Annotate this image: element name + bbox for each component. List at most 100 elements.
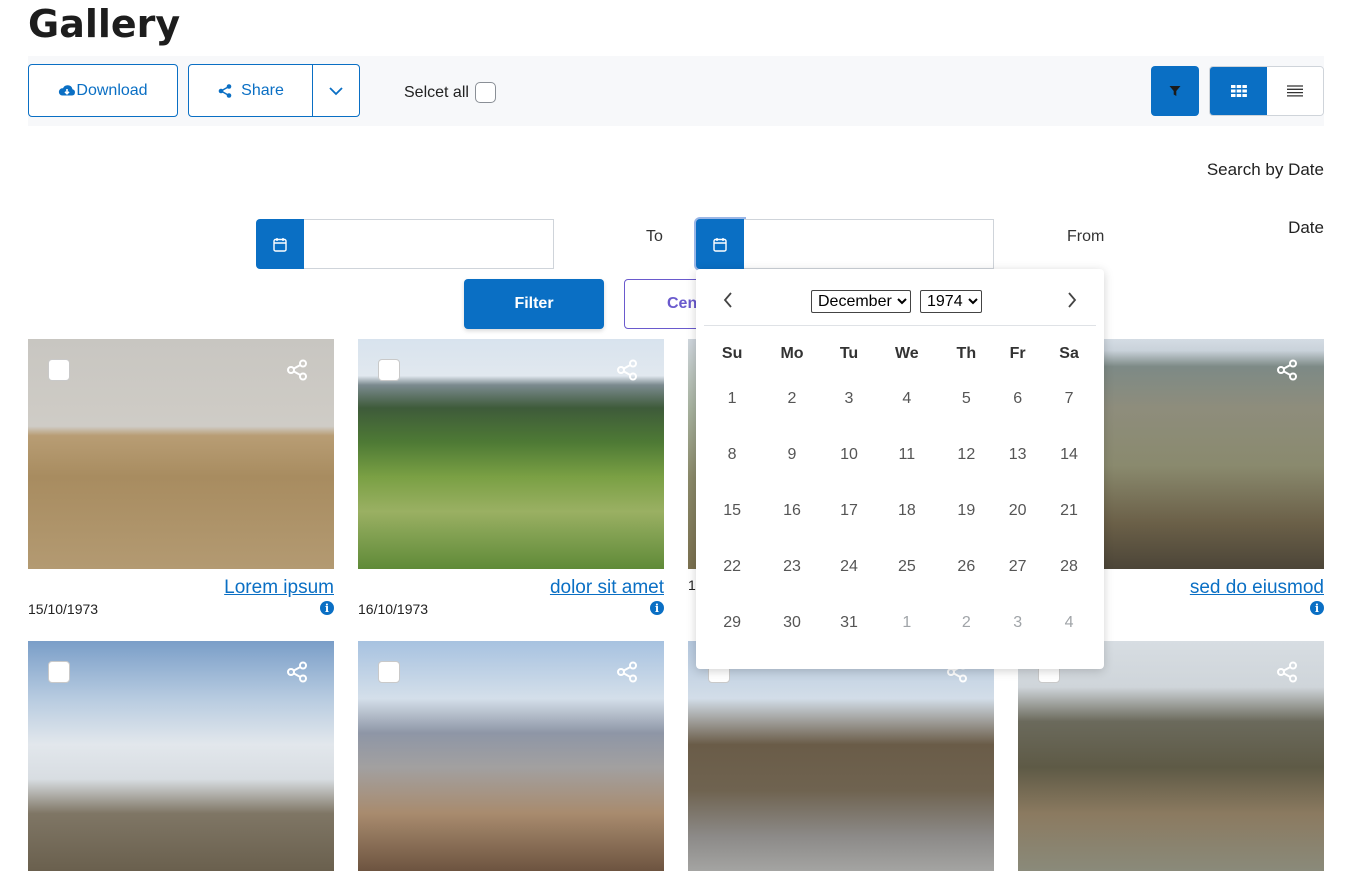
grid-view-button[interactable] <box>1210 67 1267 115</box>
weekday-header: Mo <box>780 345 804 362</box>
card-title-link[interactable]: Lorem ipsum <box>224 577 334 598</box>
calendar-day[interactable]: 26 <box>939 539 993 595</box>
download-button-label: Download <box>76 81 148 99</box>
calendar-day[interactable]: 27 <box>993 539 1042 595</box>
calendar-icon <box>713 237 727 252</box>
gallery-image[interactable] <box>28 339 334 569</box>
share-icon[interactable] <box>1276 661 1298 683</box>
calendar-day[interactable]: 17 <box>824 483 874 539</box>
card-date: 15/10/1973 <box>28 601 99 617</box>
card-title-link[interactable]: dolor sit amet <box>550 577 664 598</box>
calendar-day[interactable]: 22 <box>704 539 760 595</box>
calendar-day[interactable]: 11 <box>874 427 939 483</box>
info-icon[interactable]: i <box>650 601 664 615</box>
gallery-card[interactable]: dolor sit amet 16/10/1973 i <box>358 339 664 617</box>
date-end-calendar-button[interactable] <box>256 219 304 269</box>
calendar-day[interactable]: 23 <box>760 539 824 595</box>
share-icon[interactable] <box>616 359 638 381</box>
card-date: 1 <box>688 577 696 593</box>
calendar-day[interactable]: 16 <box>760 483 824 539</box>
share-icon[interactable] <box>1276 359 1298 381</box>
calendar-day-outside-month[interactable]: 1 <box>874 595 939 651</box>
calendar-day[interactable]: 29 <box>704 595 760 651</box>
share-icon[interactable] <box>286 359 308 381</box>
to-label: To <box>646 228 663 245</box>
calendar-day[interactable]: 15 <box>704 483 760 539</box>
date-end-input[interactable] <box>304 219 554 269</box>
view-toggle <box>1209 66 1324 116</box>
share-dropdown-toggle[interactable] <box>312 64 360 117</box>
filter-toggle-button[interactable] <box>1151 66 1199 116</box>
calendar-day-outside-month[interactable]: 4 <box>1042 595 1096 651</box>
weekday-header: Th <box>956 345 977 362</box>
card-checkbox[interactable] <box>48 359 70 381</box>
year-select[interactable]: 1974 <box>920 290 982 313</box>
share-icon[interactable] <box>286 661 308 683</box>
calendar-day[interactable]: 9 <box>760 427 824 483</box>
calendar-icon <box>273 237 287 252</box>
chevron-left-icon[interactable] <box>722 291 734 309</box>
gallery-card[interactable] <box>1018 641 1324 871</box>
datepicker-header: December 1974 <box>704 277 1096 326</box>
calendar-day[interactable]: 10 <box>824 427 874 483</box>
download-button[interactable]: Download <box>28 64 178 117</box>
from-label: From <box>1067 228 1105 245</box>
select-all-checkbox[interactable] <box>474 82 496 103</box>
calendar-day[interactable]: 30 <box>760 595 824 651</box>
calendar-day[interactable]: 14 <box>1042 427 1096 483</box>
calendar-day[interactable]: 25 <box>874 539 939 595</box>
calendar-day[interactable]: 4 <box>874 371 939 427</box>
calendar-day[interactable]: 20 <box>993 483 1042 539</box>
calendar-day[interactable]: 24 <box>824 539 874 595</box>
date-label: Date <box>1288 218 1324 237</box>
gallery-card[interactable] <box>28 641 334 871</box>
calendar-day[interactable]: 5 <box>939 371 993 427</box>
calendar-day[interactable]: 21 <box>1042 483 1096 539</box>
card-checkbox[interactable] <box>48 661 70 683</box>
calendar-day[interactable]: 3 <box>824 371 874 427</box>
page-title: Gallery <box>28 2 181 46</box>
card-title-link[interactable]: sed do eiusmod <box>1190 577 1324 598</box>
gallery-card[interactable] <box>358 641 664 871</box>
card-checkbox[interactable] <box>378 359 400 381</box>
calendar-day[interactable]: 7 <box>1042 371 1096 427</box>
weekday-header: Tu <box>839 345 859 362</box>
gallery-card[interactable] <box>688 641 994 871</box>
card-checkbox[interactable] <box>378 661 400 683</box>
gallery-image[interactable] <box>358 641 664 871</box>
month-select[interactable]: December <box>811 290 911 313</box>
calendar-grid: Su Mo Tu We Th Fr Sa 1 2 3 4 5 6 7 8 9 1… <box>704 337 1096 651</box>
date-start-input[interactable] <box>744 219 994 269</box>
calendar-day[interactable]: 6 <box>993 371 1042 427</box>
calendar-day-outside-month[interactable]: 3 <box>993 595 1042 651</box>
info-icon[interactable]: i <box>1310 601 1324 615</box>
calendar-day-outside-month[interactable]: 2 <box>939 595 993 651</box>
share-button-label: Share <box>241 81 284 99</box>
calendar-day[interactable]: 8 <box>704 427 760 483</box>
date-range-end-group <box>256 219 554 269</box>
calendar-day[interactable]: 28 <box>1042 539 1096 595</box>
gallery-image[interactable] <box>28 641 334 871</box>
list-icon <box>1287 85 1303 97</box>
gallery-image[interactable] <box>688 641 994 871</box>
calendar-day[interactable]: 18 <box>874 483 939 539</box>
filter-button[interactable]: Filter <box>464 279 604 329</box>
gallery-image[interactable] <box>1018 641 1324 871</box>
calendar-day[interactable]: 12 <box>939 427 993 483</box>
gallery-card[interactable]: Lorem ipsum 15/10/1973 i <box>28 339 334 617</box>
chevron-right-icon[interactable] <box>1066 291 1078 309</box>
calendar-day[interactable]: 31 <box>824 595 874 651</box>
gallery-image[interactable] <box>358 339 664 569</box>
calendar-day[interactable]: 13 <box>993 427 1042 483</box>
date-start-calendar-button[interactable] <box>696 219 744 269</box>
datepicker-popup: December 1974 Su Mo Tu We Th Fr Sa 1 2 3… <box>696 269 1104 669</box>
list-view-button[interactable] <box>1267 67 1323 115</box>
calendar-day[interactable]: 2 <box>760 371 824 427</box>
calendar-day[interactable]: 19 <box>939 483 993 539</box>
share-icon[interactable] <box>616 661 638 683</box>
select-all[interactable]: Selcet all <box>404 82 496 103</box>
funnel-icon <box>1169 86 1181 96</box>
calendar-day[interactable]: 1 <box>704 371 760 427</box>
share-button[interactable]: Share <box>188 64 313 117</box>
info-icon[interactable]: i <box>320 601 334 615</box>
